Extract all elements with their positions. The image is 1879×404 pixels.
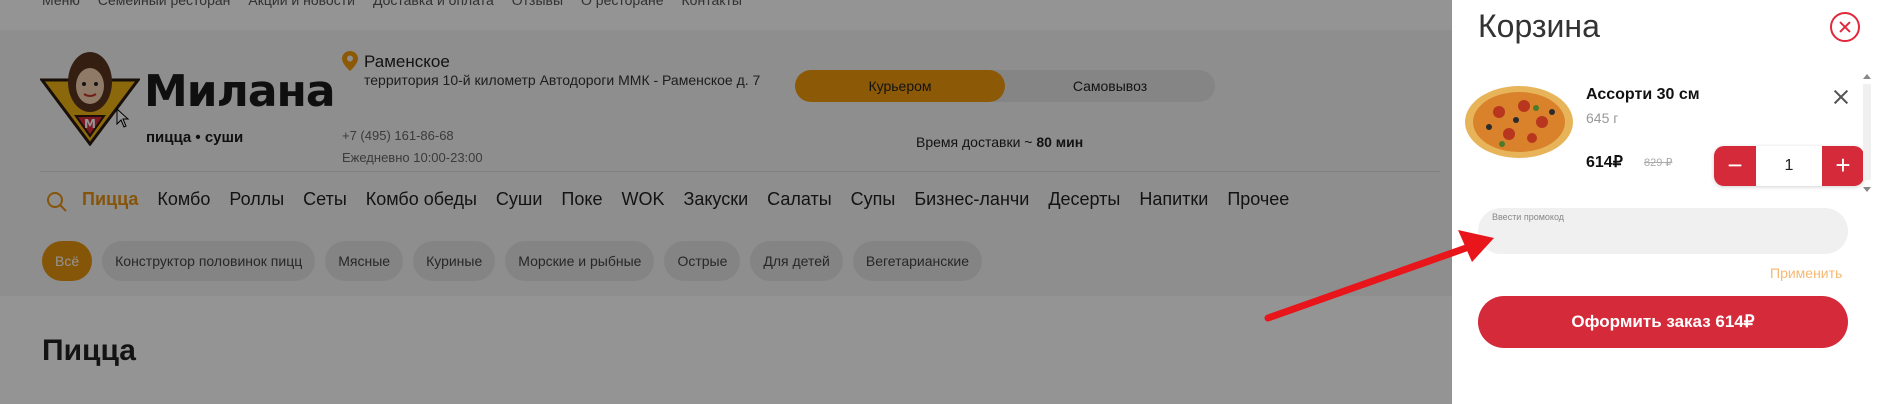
- cart-item: Ассорти 30 см 645 г 614₽ 829 ₽ − 1 +: [1464, 80, 1864, 186]
- decrease-quantity-button[interactable]: −: [1714, 146, 1756, 186]
- checkout-button[interactable]: Оформить заказ 614₽: [1478, 296, 1848, 348]
- cart-item-old-price: 829 ₽: [1644, 157, 1673, 169]
- increase-quantity-button[interactable]: +: [1822, 146, 1864, 186]
- cart-item-name: Ассорти 30 см: [1586, 86, 1700, 103]
- quantity-stepper: − 1 +: [1714, 146, 1864, 186]
- quantity-value: 1: [1784, 157, 1794, 174]
- close-cart-icon[interactable]: [1830, 12, 1860, 42]
- promo-code-label: Ввести промокод: [1492, 212, 1565, 222]
- cart-title: Корзина: [1478, 8, 1600, 44]
- scroll-up-icon[interactable]: [1863, 74, 1871, 79]
- remove-item-icon[interactable]: [1832, 88, 1850, 106]
- cart-scrollbar[interactable]: [1860, 74, 1874, 192]
- scroll-down-icon[interactable]: [1863, 187, 1871, 192]
- modal-backdrop[interactable]: [0, 0, 1452, 404]
- cart-item-weight: 645 г: [1586, 110, 1619, 126]
- pizza-image: [1465, 86, 1573, 158]
- apply-promo-button[interactable]: Применить: [1770, 265, 1842, 281]
- scrollbar-track[interactable]: [1863, 84, 1871, 180]
- cart-panel: Корзина Ассорти 30 см 645 г 614₽ 829 ₽ −…: [1452, 0, 1879, 404]
- cart-item-price: 614₽: [1586, 154, 1623, 171]
